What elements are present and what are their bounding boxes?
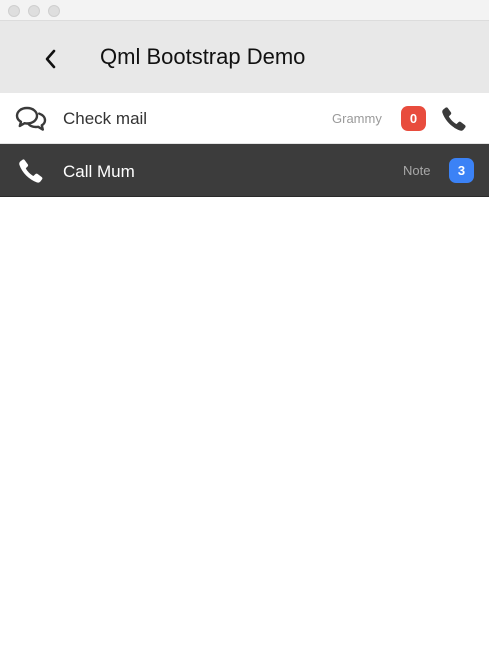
count-badge: 3 xyxy=(449,158,474,183)
list-item-detail: Note xyxy=(403,163,431,178)
list-item-label: Check mail xyxy=(63,109,148,128)
chevron-left-icon xyxy=(45,49,56,69)
list-item-label: Call Mum xyxy=(63,162,135,181)
window-titlebar xyxy=(0,0,489,21)
count-badge: 0 xyxy=(401,106,426,131)
phone-icon[interactable] xyxy=(440,105,468,133)
back-button[interactable] xyxy=(36,41,66,75)
close-window-button[interactable] xyxy=(8,5,20,17)
phone-icon xyxy=(19,159,43,183)
navigation-bar: Qml Bootstrap Demo xyxy=(0,21,489,93)
minimize-window-button[interactable] xyxy=(28,5,40,17)
zoom-window-button[interactable] xyxy=(48,5,60,17)
list-item-check-mail[interactable]: Check mail Grammy 0 xyxy=(0,93,489,144)
page-title: Qml Bootstrap Demo xyxy=(100,44,306,69)
list-item-detail: Grammy xyxy=(332,111,382,126)
list-view: Check mail Grammy 0 Call Mum Note 3 xyxy=(0,93,489,197)
list-item-call-mum[interactable]: Call Mum Note 3 xyxy=(0,144,489,197)
comments-icon xyxy=(15,106,47,131)
